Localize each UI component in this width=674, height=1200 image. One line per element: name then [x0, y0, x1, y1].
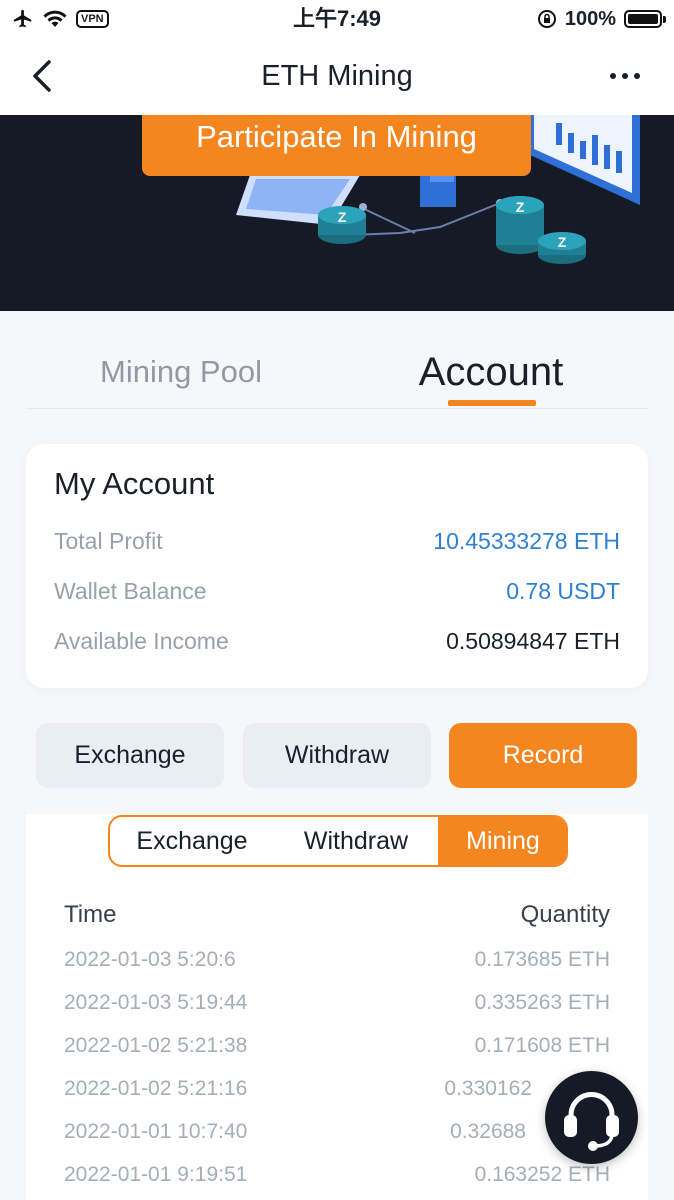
available-income-value: 0.50894847 ETH — [446, 628, 620, 654]
row-quantity: 0.335263 ETH — [474, 991, 610, 1014]
available-income-label: Available Income — [54, 628, 229, 654]
account-actions: Exchange Withdraw Record — [36, 723, 638, 788]
exchange-button[interactable]: Exchange — [36, 723, 224, 788]
table-row: 2022-01-02 5:21:38 0.171608 ETH — [64, 1032, 610, 1060]
record-type-segmented-control: Exchange Withdraw Mining — [108, 815, 568, 867]
row-time: 2022-01-02 5:21:16 — [64, 1077, 248, 1100]
table-row: 2022-01-02 5:21:16 0.330162 — [64, 1075, 610, 1103]
total-profit-label: Total Profit — [54, 528, 163, 554]
card-title: My Account — [54, 466, 215, 501]
table-row: 2022-01-03 5:20:6 0.173685 ETH — [64, 946, 610, 974]
headset-icon — [564, 1092, 619, 1151]
battery-percent: 100% — [564, 7, 616, 30]
record-button[interactable]: Record — [449, 723, 637, 788]
coin-stack-small: Z — [538, 232, 586, 264]
total-profit-value: 10.45333278 ETH — [433, 528, 620, 554]
row-quantity: 0.32688 — [450, 1120, 526, 1143]
page-title: ETH Mining — [261, 60, 413, 92]
row-quantity: 0.173685 ETH — [474, 948, 610, 971]
header-time: Time — [64, 901, 117, 928]
table-row: 2022-01-03 5:19:44 0.335263 ETH — [64, 989, 610, 1017]
more-dots-icon — [610, 73, 616, 79]
status-right: 100% — [537, 6, 666, 32]
tab-account[interactable]: Account — [396, 347, 586, 397]
my-account-card: My Account Total Profit 10.45333278 ETH … — [26, 444, 648, 688]
wallet-balance-label: Wallet Balance — [54, 578, 207, 604]
nav-bar: ETH Mining — [0, 38, 674, 115]
active-tab-indicator — [448, 400, 536, 406]
row-quantity: 0.163252 ETH — [474, 1163, 610, 1186]
main-tabs: Mining Pool Account — [26, 311, 648, 409]
wallet-balance-value: 0.78 USDT — [506, 578, 620, 604]
participate-mining-button[interactable]: Participate In Mining — [142, 115, 531, 176]
svg-text:Z: Z — [516, 199, 525, 215]
available-income-row: Available Income 0.50894847 ETH — [54, 626, 620, 656]
table-row: 2022-01-01 10:7:40 0.32688 — [64, 1118, 610, 1146]
row-time: 2022-01-03 5:19:44 — [64, 991, 248, 1014]
segment-mining[interactable]: Mining — [438, 817, 566, 865]
battery-icon — [624, 10, 666, 28]
customer-support-button[interactable] — [545, 1071, 638, 1164]
coin-stack-right: Z — [496, 196, 544, 254]
svg-text:Z: Z — [558, 234, 567, 250]
header-quantity: Quantity — [520, 901, 610, 928]
row-quantity: 0.171608 ETH — [474, 1034, 610, 1057]
segment-withdraw[interactable]: Withdraw — [274, 817, 438, 865]
row-time: 2022-01-02 5:21:38 — [64, 1034, 248, 1057]
status-bar: VPN 上午7:49 100% — [0, 0, 674, 38]
rotation-lock-icon — [537, 10, 556, 28]
tab-mining-pool[interactable]: Mining Pool — [66, 347, 296, 397]
wallet-balance-row: Wallet Balance 0.78 USDT — [54, 576, 620, 606]
table-row: 2022-01-01 9:19:51 0.163252 ETH — [64, 1161, 610, 1189]
more-button[interactable] — [600, 58, 650, 94]
row-time: 2022-01-03 5:20:6 — [64, 948, 236, 971]
row-quantity: 0.330162 — [444, 1077, 532, 1100]
withdraw-button[interactable]: Withdraw — [243, 723, 431, 788]
coin-stack-left: Z — [318, 206, 366, 244]
svg-text:Z: Z — [338, 209, 347, 225]
row-time: 2022-01-01 9:19:51 — [64, 1163, 248, 1186]
mining-banner: Z Z Z Participate In Mining — [0, 115, 674, 311]
monitor-graphic — [530, 115, 640, 205]
segment-exchange[interactable]: Exchange — [110, 817, 274, 865]
row-time: 2022-01-01 10:7:40 — [64, 1120, 248, 1143]
total-profit-row: Total Profit 10.45333278 ETH — [54, 526, 620, 556]
